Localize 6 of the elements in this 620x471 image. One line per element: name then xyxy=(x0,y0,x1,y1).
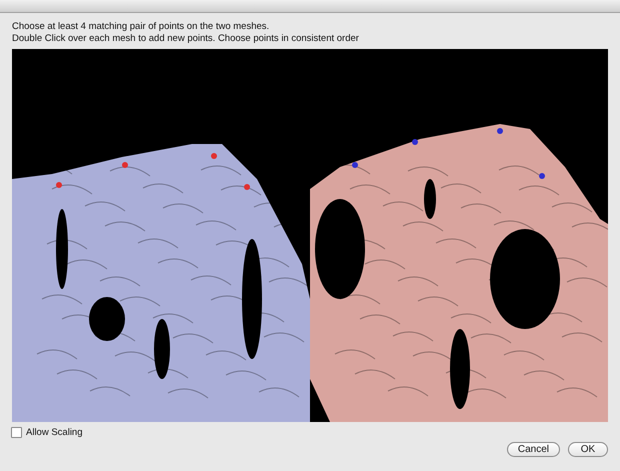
ok-button[interactable]: OK xyxy=(568,442,608,457)
cancel-button[interactable]: Cancel xyxy=(506,442,560,457)
instruction-text: Double Click over each mesh to add new points. Choose points in consistent order xyxy=(12,33,360,45)
checkbox[interactable] xyxy=(11,427,22,438)
instruction-text: Choose at least 4 matching pair of points on the two meshes. xyxy=(12,21,270,33)
checkbox-label: Allow Scaling xyxy=(26,427,82,438)
